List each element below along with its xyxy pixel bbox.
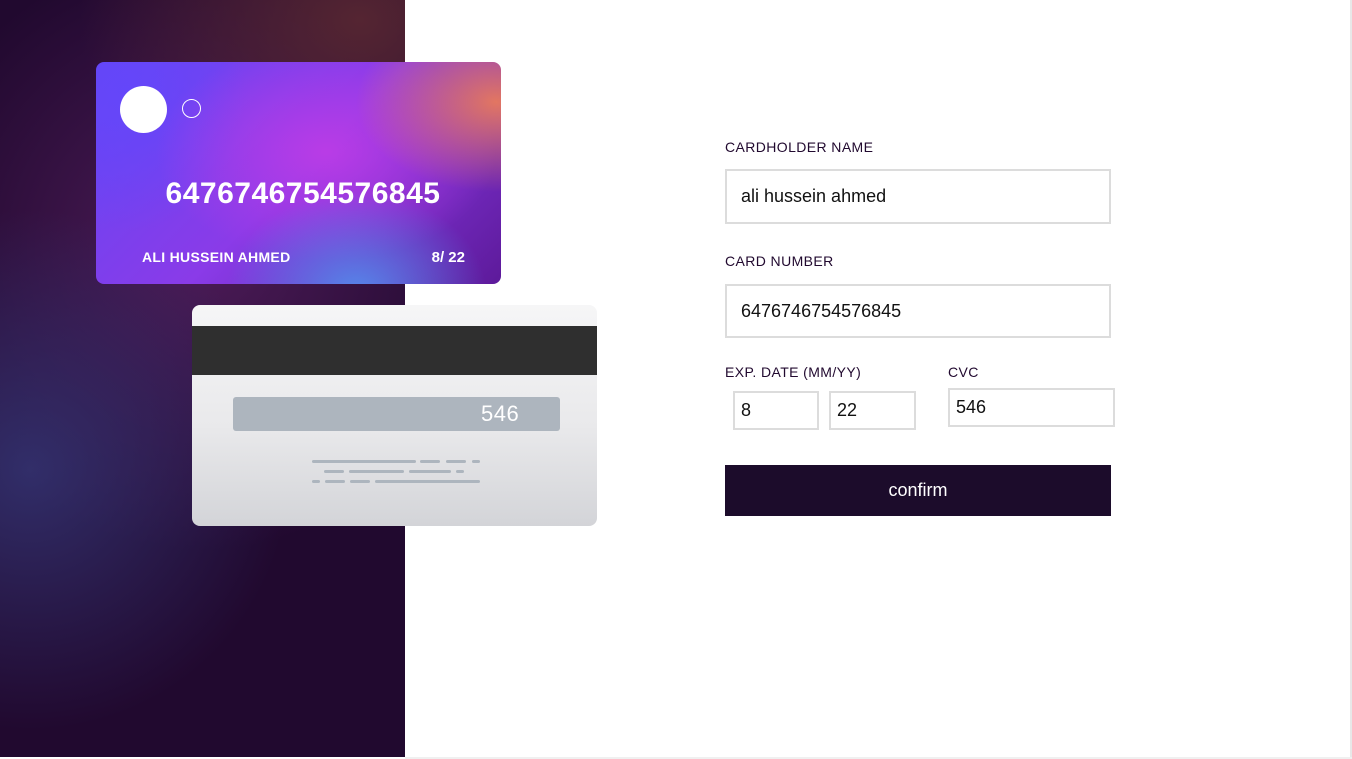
fine-print-line bbox=[446, 460, 466, 463]
fine-print-line bbox=[420, 460, 440, 463]
card-logo-filled-circle-icon bbox=[120, 86, 167, 133]
cvc-label: CVC bbox=[948, 364, 979, 380]
fine-print-line bbox=[456, 470, 464, 473]
card-front-expiry: 8/ 22 bbox=[431, 249, 465, 266]
exp-date-label: EXP. DATE (MM/YY) bbox=[725, 364, 862, 380]
fine-print-line bbox=[324, 470, 344, 473]
cardholder-name-label: CARDHOLDER NAME bbox=[725, 139, 874, 155]
cvc-input[interactable] bbox=[948, 388, 1115, 427]
fine-print-line bbox=[349, 470, 404, 473]
card-number-label: CARD NUMBER bbox=[725, 253, 834, 269]
card-front-number: 6476746754576845 bbox=[165, 177, 441, 210]
fine-print-line bbox=[312, 460, 416, 463]
card-number-input[interactable] bbox=[725, 284, 1111, 338]
fine-print-line bbox=[312, 480, 320, 483]
magnetic-stripe bbox=[192, 326, 597, 375]
signature-strip: 546 bbox=[233, 397, 560, 431]
card-back-cvc: 546 bbox=[481, 401, 520, 426]
fine-print-line bbox=[409, 470, 451, 473]
exp-month-input[interactable] bbox=[733, 391, 819, 430]
fine-print-line bbox=[350, 480, 370, 483]
confirm-button[interactable]: confirm bbox=[725, 465, 1111, 516]
card-back: 546 bbox=[192, 305, 597, 526]
fine-print-line bbox=[472, 460, 480, 463]
card-front: 6476746754576845 ALI HUSSEIN AHMED 8/ 22 bbox=[96, 62, 501, 284]
fine-print-line bbox=[325, 480, 345, 483]
page: 6476746754576845 ALI HUSSEIN AHMED 8/ 22… bbox=[0, 0, 1352, 759]
card-logo-outline-circle-icon bbox=[182, 99, 201, 118]
fine-print-line bbox=[375, 480, 480, 483]
cardholder-name-input[interactable] bbox=[725, 169, 1111, 224]
exp-year-input[interactable] bbox=[829, 391, 916, 430]
card-front-name: ALI HUSSEIN AHMED bbox=[142, 249, 291, 265]
